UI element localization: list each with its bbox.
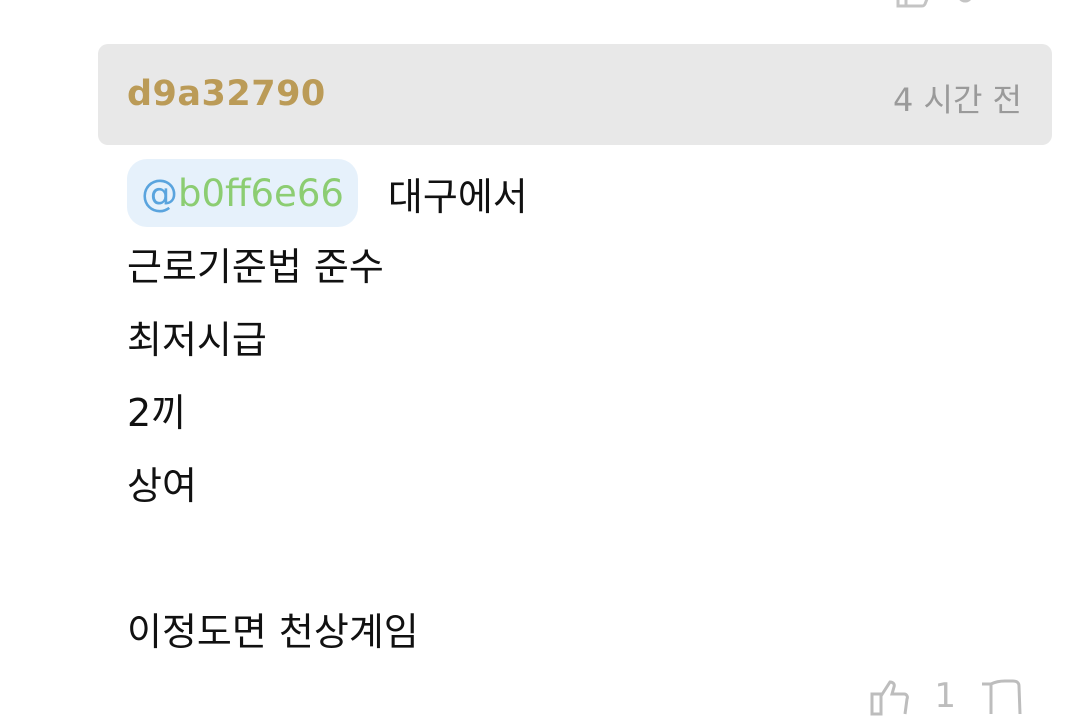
mention-at-sign: @ bbox=[141, 171, 178, 215]
comment-blank-line bbox=[127, 523, 528, 596]
comment-first-line: @ b0ff6e66 대구에서 bbox=[127, 159, 528, 227]
comment-actions: 1 bbox=[868, 676, 1024, 716]
comment-line: 상여 bbox=[127, 464, 197, 508]
thumbs-up-icon[interactable] bbox=[894, 0, 934, 8]
comment-line: 2끼 bbox=[127, 391, 187, 435]
comment-body: @ b0ff6e66 대구에서 근로기준법 준수 최저시급 2끼 상여 이정도면 … bbox=[127, 159, 528, 669]
comment-header: d9a32790 4 시간 전 bbox=[98, 44, 1052, 145]
comment: d9a32790 4 시간 전 @ b0ff6e66 대구에서 근로기준법 준수 … bbox=[98, 44, 1052, 654]
comment-timestamp: 4 시간 전 bbox=[892, 81, 1022, 119]
comment-line: 근로기준법 준수 bbox=[127, 245, 384, 289]
thumbs-down-icon[interactable] bbox=[996, 0, 1018, 8]
thumbs-down-icon[interactable] bbox=[978, 676, 1024, 716]
previous-comment-actions: 0 bbox=[894, 0, 1018, 8]
comment-author[interactable]: d9a32790 bbox=[127, 74, 326, 114]
previous-like-count: 0 bbox=[954, 0, 976, 8]
mention-chip[interactable]: @ b0ff6e66 bbox=[127, 159, 358, 227]
comment-line: 대구에서 bbox=[387, 174, 528, 219]
mention-username: b0ff6e66 bbox=[178, 171, 344, 215]
like-count: 1 bbox=[934, 676, 956, 716]
thumbs-up-icon[interactable] bbox=[868, 676, 912, 716]
comment-line: 최저시급 bbox=[127, 318, 267, 362]
comment-line: 이정도면 천상계임 bbox=[127, 610, 419, 654]
